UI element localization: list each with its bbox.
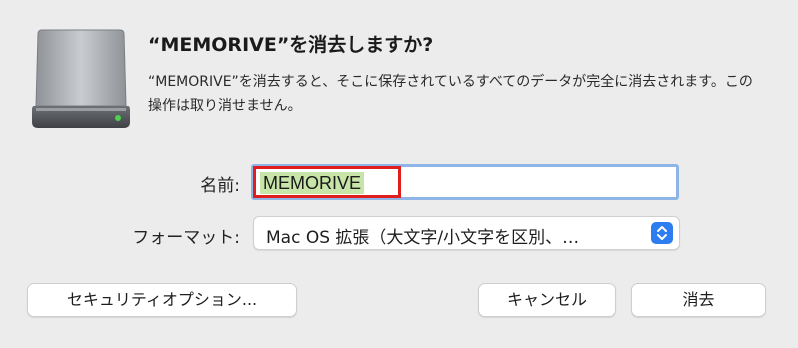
erase-button[interactable]: 消去 — [631, 283, 766, 317]
format-select[interactable]: Mac OS 拡張（大文字/小文字を区別、… — [253, 216, 680, 250]
format-label: フォーマット: — [132, 228, 240, 248]
dialog-message: “MEMORIVE”を消去すると、そこに保存されているすべてのデータが完全に消去… — [148, 74, 753, 114]
name-input[interactable]: MEMORIVE — [251, 164, 679, 200]
chevron-up-down-icon[interactable] — [651, 222, 673, 244]
cancel-button[interactable]: キャンセル — [478, 283, 616, 317]
dialog-title: “MEMORIVE”を消去しますか? — [148, 34, 434, 56]
erase-dialog: “MEMORIVE”を消去しますか? “MEMORIVE”を消去すると、そこに保… — [0, 0, 798, 348]
name-input-value[interactable]: MEMORIVE — [260, 172, 365, 194]
format-select-value: Mac OS 拡張（大文字/小文字を区別、… — [266, 228, 580, 248]
external-drive-icon — [32, 29, 130, 128]
name-label: 名前: — [200, 176, 240, 196]
security-options-button[interactable]: セキュリティオプション... — [27, 283, 297, 317]
